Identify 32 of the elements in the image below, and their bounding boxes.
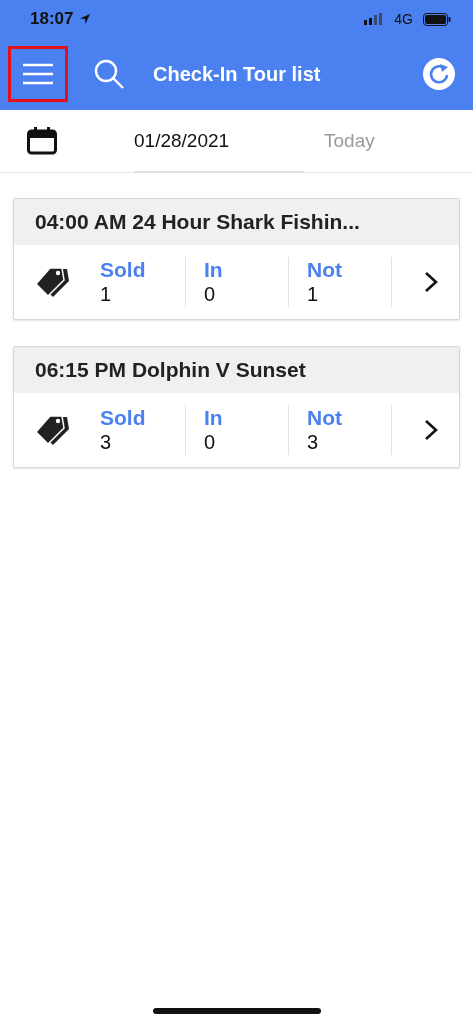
stat-value: 1: [307, 282, 320, 306]
location-arrow-icon: [79, 13, 92, 25]
tour-card[interactable]: 06:15 PM Dolphin V Sunset Sold 3 In 0 Not 3: [13, 346, 460, 468]
menu-icon: [22, 63, 54, 85]
stat-label: Sold: [100, 406, 147, 430]
stat-value: 0: [204, 282, 217, 306]
search-icon[interactable]: [93, 58, 125, 90]
tour-title: 06:15 PM Dolphin V Sunset: [35, 358, 306, 382]
chevron-right-icon[interactable]: [424, 419, 438, 441]
signal-icon: [364, 13, 385, 25]
tour-card[interactable]: 04:00 AM 24 Hour Shark Fishin... Sold 1 In 0 Not 1: [13, 198, 460, 320]
tour-title: 04:00 AM 24 Hour Shark Fishin...: [35, 210, 360, 234]
network-label: 4G: [394, 11, 413, 27]
calendar-icon[interactable]: [27, 127, 57, 155]
stat-label: In: [204, 258, 224, 282]
tags-icon: [36, 414, 70, 446]
status-time: 18:07: [30, 9, 74, 29]
stat-label: In: [204, 406, 224, 430]
stat-label: Sold: [100, 258, 147, 282]
stat-value: 3: [100, 430, 113, 454]
stat-value: 0: [204, 430, 217, 454]
stat-label: Not: [307, 406, 343, 430]
date-field[interactable]: 01/28/2021: [134, 110, 304, 172]
refresh-icon[interactable]: [423, 58, 455, 90]
stat-value: 3: [307, 430, 320, 454]
screen-title: Check-In Tour list: [153, 62, 321, 86]
tags-icon: [36, 266, 70, 298]
chevron-right-icon[interactable]: [424, 271, 438, 293]
battery-icon: [423, 12, 451, 26]
stat-label: Not: [307, 258, 343, 282]
stat-value: 1: [100, 282, 113, 306]
menu-button[interactable]: [8, 46, 68, 102]
